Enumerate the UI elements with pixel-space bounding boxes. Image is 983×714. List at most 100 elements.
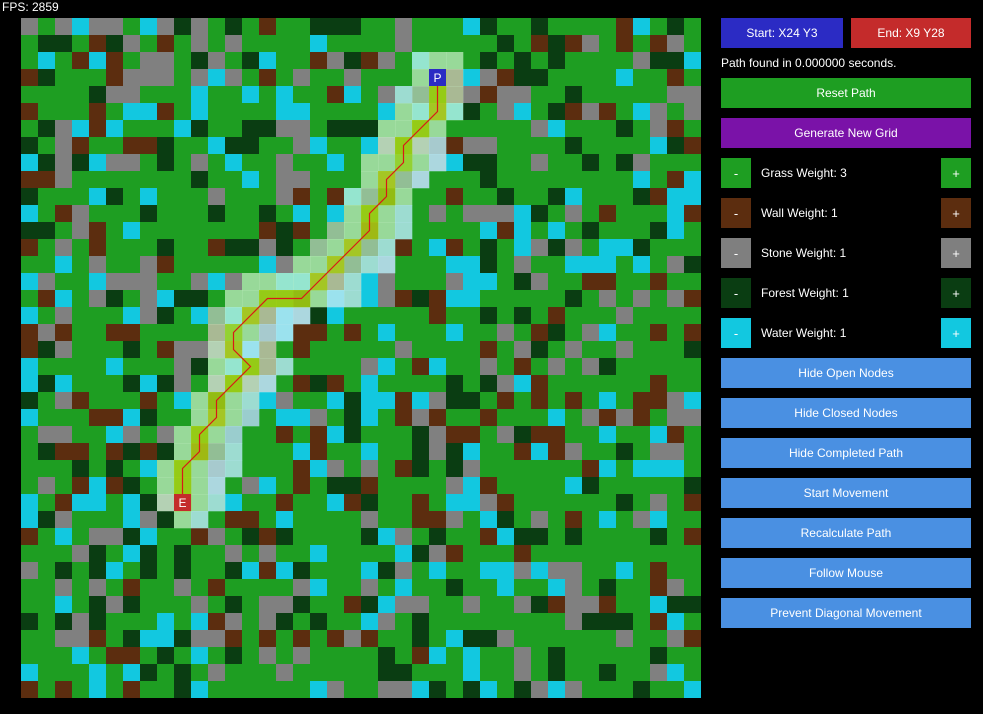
grid-cell[interactable] [106,409,124,427]
grid-cell[interactable] [89,409,107,427]
grid-cell[interactable] [89,562,107,580]
grid-cell[interactable] [412,511,430,529]
grid-cell[interactable] [140,545,158,563]
grid-cell[interactable] [463,273,481,291]
grid-cell[interactable] [225,18,243,36]
grid-cell[interactable] [191,103,209,121]
grid-cell[interactable] [106,307,124,325]
grid-cell[interactable] [480,511,498,529]
grid-cell[interactable] [259,18,277,36]
grid-cell[interactable] [582,307,600,325]
grid-cell[interactable] [293,120,311,138]
grid-cell[interactable] [599,528,617,546]
grid-cell[interactable] [123,324,141,342]
grid-cell[interactable] [140,137,158,155]
grid-cell[interactable] [497,18,515,36]
grid-cell[interactable] [616,154,634,172]
grid-cell[interactable] [463,239,481,257]
grid-cell[interactable] [514,613,532,631]
grid-cell[interactable] [480,205,498,223]
grid-cell[interactable] [446,596,464,614]
grid-cell[interactable] [191,205,209,223]
grid-cell[interactable] [21,341,39,359]
grid-cell[interactable] [72,86,90,104]
grid-cell[interactable] [599,103,617,121]
grid-cell[interactable] [565,205,583,223]
grid-cell[interactable] [548,341,566,359]
grid-cell[interactable] [361,307,379,325]
grid-cell[interactable] [208,137,226,155]
grid-cell[interactable] [480,579,498,597]
grid-cell[interactable] [106,613,124,631]
grid-cell[interactable] [616,579,634,597]
grid-cell[interactable] [633,562,651,580]
grid-cell[interactable] [361,409,379,427]
grid-cell[interactable] [446,341,464,359]
grid-cell[interactable] [123,52,141,70]
grid-cell[interactable] [565,120,583,138]
grid-cell[interactable] [123,613,141,631]
grid-cell[interactable] [344,52,362,70]
grid-cell[interactable] [72,256,90,274]
grid-cell[interactable] [361,579,379,597]
grid-cell[interactable] [310,511,328,529]
grid-cell[interactable] [684,120,701,138]
grid-cell[interactable] [293,579,311,597]
grid-cell[interactable] [480,273,498,291]
start-marker[interactable]: P [429,69,446,86]
grid-cell[interactable] [344,137,362,155]
grid-cell[interactable] [21,511,39,529]
grid-cell[interactable] [310,545,328,563]
grid-cell[interactable] [72,528,90,546]
grid-cell[interactable] [582,426,600,444]
grid-cell[interactable] [89,596,107,614]
grid-cell[interactable] [259,647,277,665]
grid-cell[interactable] [310,681,328,698]
grid-cell[interactable] [259,239,277,257]
grid-cell[interactable] [667,205,685,223]
grid-cell[interactable] [480,392,498,410]
grid-cell[interactable] [140,52,158,70]
grid-cell[interactable] [327,443,345,461]
grid-cell[interactable] [191,222,209,240]
grid-cell[interactable] [259,494,277,512]
grid-cell[interactable] [412,18,430,36]
grid-cell[interactable] [650,69,668,87]
grid-cell[interactable] [633,596,651,614]
grid-cell[interactable] [310,358,328,376]
grid-cell[interactable] [667,35,685,53]
grid-cell[interactable] [191,664,209,682]
grid-cell[interactable] [650,528,668,546]
grid-cell[interactable] [106,154,124,172]
grid-cell[interactable] [599,596,617,614]
grid-cell[interactable] [89,511,107,529]
grid-cell[interactable] [650,392,668,410]
grid-cell[interactable] [259,613,277,631]
grid-cell[interactable] [565,426,583,444]
grid-cell[interactable] [633,681,651,698]
grid-cell[interactable] [174,290,192,308]
grid-cell[interactable] [667,392,685,410]
grid-cell[interactable] [599,409,617,427]
grid-cell[interactable] [38,35,56,53]
grid-cell[interactable] [72,562,90,580]
grid-cell[interactable] [378,460,396,478]
grid-cell[interactable] [446,528,464,546]
grid-cell[interactable] [684,443,701,461]
grid-cell[interactable] [276,120,294,138]
grid-cell[interactable] [208,35,226,53]
grid-cell[interactable] [38,239,56,257]
grid-cell[interactable] [446,171,464,189]
grid-cell[interactable] [650,35,668,53]
grid-cell[interactable] [429,443,447,461]
grid-cell[interactable] [599,290,617,308]
grid-cell[interactable] [157,290,175,308]
grid-cell[interactable] [616,69,634,87]
grid-cell[interactable] [38,307,56,325]
grid-cell[interactable] [650,222,668,240]
grid-cell[interactable] [616,171,634,189]
grid-cell[interactable] [89,528,107,546]
grid-cell[interactable] [242,596,260,614]
grid-cell[interactable] [327,664,345,682]
grid-cell[interactable] [480,52,498,70]
